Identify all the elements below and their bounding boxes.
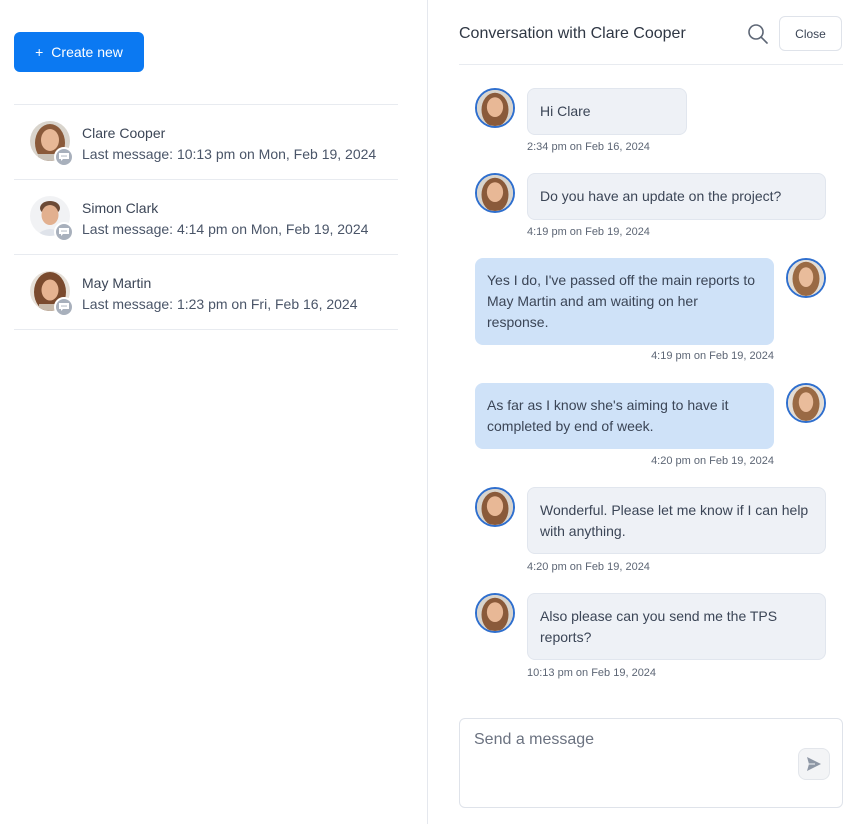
create-new-label: Create new: [51, 44, 123, 60]
conversation-last-message: Last message: 10:13 pm on Mon, Feb 19, 2…: [82, 146, 377, 162]
message-bubble-incoming: Hi Clare: [527, 88, 687, 135]
conversation-name: Simon Clark: [82, 200, 159, 216]
message-timestamp: 2:34 pm on Feb 16, 2024: [527, 141, 650, 153]
create-new-button[interactable]: + Create new: [14, 32, 144, 72]
avatar: [30, 121, 74, 167]
conversation-name: Clare Cooper: [82, 125, 166, 141]
conversation-title: Conversation with Clare Cooper: [459, 25, 686, 42]
message-timestamp: 4:20 pm on Feb 19, 2024: [527, 561, 650, 573]
search-icon[interactable]: [747, 23, 769, 45]
message-avatar: [475, 593, 515, 633]
message-bubble-incoming: Also please can you send me the TPS repo…: [527, 593, 826, 660]
conversation-panel: Conversation with Clare Cooper Close Hi …: [429, 0, 858, 824]
message-avatar: [475, 487, 515, 527]
message-avatar: [475, 88, 515, 128]
send-icon: [807, 757, 821, 771]
chat-bubble-icon: [54, 222, 74, 242]
close-button[interactable]: Close: [779, 16, 842, 51]
conversation-last-message: Last message: 4:14 pm on Mon, Feb 19, 20…: [82, 221, 369, 237]
conversation-last-message: Last message: 1:23 pm on Fri, Feb 16, 20…: [82, 296, 358, 312]
message-avatar: [786, 258, 826, 298]
message-timestamp: 4:20 pm on Feb 19, 2024: [651, 455, 774, 467]
message-bubble-incoming: Do you have an update on the project?: [527, 173, 826, 220]
message-avatar: [475, 173, 515, 213]
chat-bubble-icon: [54, 297, 74, 317]
message-avatar: [786, 383, 826, 423]
header-divider: [459, 64, 843, 65]
avatar: [30, 271, 74, 317]
avatar: [30, 196, 74, 242]
message-timestamp: 10:13 pm on Feb 19, 2024: [527, 667, 657, 679]
conversation-item-clare-cooper[interactable]: Clare Cooper Last message: 10:13 pm on M…: [14, 105, 398, 180]
message-timestamp: 4:19 pm on Feb 19, 2024: [651, 350, 774, 362]
plus-icon: +: [35, 43, 44, 60]
message-composer: [459, 718, 843, 808]
chat-bubble-icon: [54, 147, 74, 167]
message-bubble-incoming: Wonderful. Please let me know if I can h…: [527, 487, 826, 554]
message-input[interactable]: [474, 731, 794, 791]
message-bubble-outgoing: Yes I do, I've passed off the main repor…: [475, 258, 774, 345]
conversation-name: May Martin: [82, 275, 152, 291]
message-timestamp: 4:19 pm on Feb 19, 2024: [527, 226, 650, 238]
conversation-list: Clare Cooper Last message: 10:13 pm on M…: [14, 104, 398, 330]
conversation-item-simon-clark[interactable]: Simon Clark Last message: 4:14 pm on Mon…: [14, 180, 398, 255]
send-button[interactable]: [798, 748, 830, 780]
message-bubble-outgoing: As far as I know she's aiming to have it…: [475, 383, 774, 449]
conversation-item-may-martin[interactable]: May Martin Last message: 1:23 pm on Fri,…: [14, 255, 398, 330]
conversation-list-panel: + Create new Clare Cooper Last message: …: [0, 0, 428, 824]
